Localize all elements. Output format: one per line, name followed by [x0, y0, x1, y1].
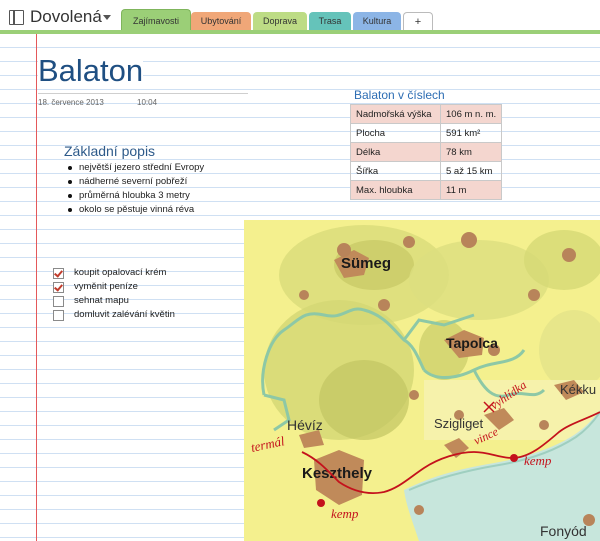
description-heading[interactable]: Základní popis [64, 143, 155, 159]
tab-zajimavosti[interactable]: Zajímavosti [121, 9, 191, 32]
todo-item: koupit opalovací krém [53, 266, 175, 280]
todo-label[interactable]: vyměnit peníze [74, 281, 138, 292]
todo-list: koupit opalovací krém vyměnit peníze seh… [53, 266, 175, 322]
map-image[interactable]: Sümeg Tapolca Hévíz Keszthely Szigliget … [244, 220, 600, 541]
table-row: Plocha 591 km² [350, 123, 503, 143]
page-margin-line [36, 34, 37, 541]
table-cell[interactable]: 11 m [439, 180, 503, 200]
table-cell[interactable]: 591 km² [439, 123, 503, 143]
table-cell[interactable]: Délka [350, 142, 441, 162]
add-section-button[interactable]: + [403, 12, 433, 32]
table-row: Max. hloubka 11 m [350, 180, 503, 200]
checkbox-checked[interactable] [53, 282, 64, 293]
page-title[interactable]: Balaton [38, 53, 144, 89]
page-date: 18. července 2013 [38, 98, 104, 107]
table-cell[interactable]: Nadmořská výška [350, 104, 441, 124]
map-town-tapolca: Tapolca [446, 335, 498, 351]
list-item[interactable]: největší jezero střední Evropy [67, 161, 204, 175]
description-list: největší jezero střední Evropy nádherné … [67, 161, 204, 217]
tab-trasa[interactable]: Trasa [309, 12, 351, 31]
notebook-title[interactable]: Dovolená [30, 7, 102, 27]
tab-ubytovani[interactable]: Ubytování [191, 12, 251, 31]
table-cell[interactable]: Šířka [350, 161, 441, 181]
checkbox-unchecked[interactable] [53, 296, 64, 307]
todo-label[interactable]: domluvit zalévání květin [74, 309, 175, 320]
table-row: Délka 78 km [350, 142, 503, 162]
table-cell[interactable]: 106 m n. m. [439, 104, 503, 124]
todo-label[interactable]: koupit opalovací krém [74, 267, 166, 278]
map-note-kemp-2: kemp [524, 453, 552, 468]
checkbox-checked[interactable] [53, 268, 64, 279]
notebook-icon[interactable] [9, 10, 24, 25]
todo-item: vyměnit peníze [53, 280, 175, 294]
table-cell[interactable]: 78 km [439, 142, 503, 162]
map-note-kemp-1: kemp [331, 506, 359, 521]
table-cell[interactable]: Plocha [350, 123, 441, 143]
map-town-heviz: Hévíz [287, 417, 323, 433]
todo-item: sehnat mapu [53, 294, 175, 308]
map-town-kekku: Kékku [560, 382, 596, 397]
facts-table[interactable]: Nadmořská výška 106 m n. m. Plocha 591 km²… [350, 104, 503, 200]
facts-heading[interactable]: Balaton v číslech [354, 88, 445, 102]
list-item[interactable]: okolo se pěstuje vinná réva [67, 203, 204, 217]
table-cell[interactable]: 5 až 15 km [439, 161, 503, 181]
todo-label[interactable]: sehnat mapu [74, 295, 129, 306]
list-item[interactable]: nádherné severní pobřeží [67, 175, 204, 189]
chevron-down-icon[interactable] [103, 15, 111, 20]
tab-kultura[interactable]: Kultura [353, 12, 401, 31]
tab-doprava[interactable]: Doprava [253, 12, 307, 31]
table-row: Šířka 5 až 15 km [350, 161, 503, 181]
todo-item: domluvit zalévání květin [53, 308, 175, 322]
page-time: 10:04 [137, 98, 158, 107]
map-town-sumeg: Sümeg [341, 255, 391, 272]
table-cell[interactable]: Max. hloubka [350, 180, 441, 200]
list-item[interactable]: průměrná hloubka 3 metry [67, 189, 204, 203]
table-row: Nadmořská výška 106 m n. m. [350, 104, 503, 124]
map-town-fonyod: Fonyód [540, 523, 587, 539]
map-town-szigliget: Szigliget [434, 416, 484, 431]
title-underline [38, 93, 248, 94]
checkbox-unchecked[interactable] [53, 310, 64, 321]
notebook-header: Dovolená Zajímavosti Ubytování Doprava T… [0, 0, 600, 32]
